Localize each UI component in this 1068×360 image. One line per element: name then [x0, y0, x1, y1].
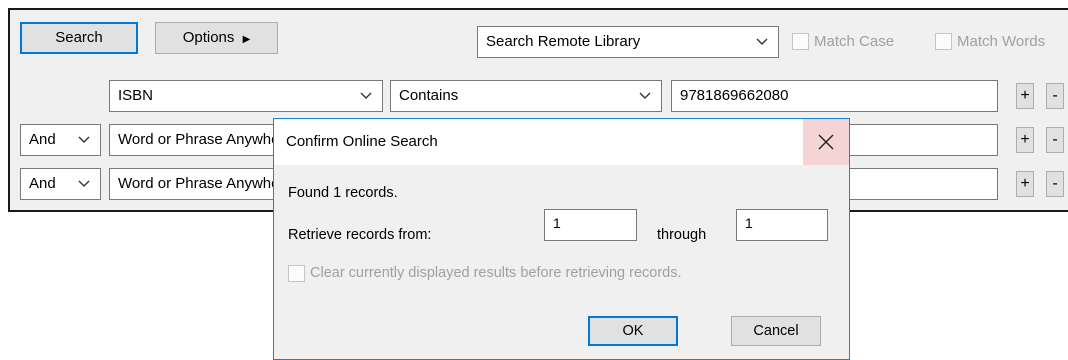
- confirm-online-search-dialog: Confirm Online Search Found 1 records. R…: [273, 118, 850, 360]
- dialog-title: Confirm Online Search: [286, 133, 438, 150]
- add-row-button[interactable]: +: [1016, 171, 1034, 197]
- field-select-row1-value: ISBN: [118, 87, 154, 104]
- operator-select-row1-value: Contains: [399, 87, 459, 104]
- remove-row-button[interactable]: -: [1046, 171, 1064, 197]
- connector-select-row3-value: And: [29, 175, 56, 192]
- caret-right-icon: ▶: [242, 34, 251, 45]
- ok-button[interactable]: OK: [588, 316, 678, 346]
- field-select-row2-value: Word or Phrase Anywhere: [118, 131, 293, 148]
- operator-select-row1[interactable]: Contains: [390, 80, 662, 112]
- close-icon: [818, 134, 834, 150]
- connector-select-row2-value: And: [29, 131, 56, 148]
- options-button[interactable]: Options ▶: [155, 22, 278, 54]
- dialog-title-bar: Confirm Online Search: [274, 119, 849, 165]
- clear-results-box: [288, 264, 305, 282]
- retrieve-from-label: Retrieve records from:: [288, 227, 432, 243]
- chevron-down-icon: [639, 81, 651, 111]
- match-words-label: Match Words: [957, 32, 1046, 50]
- clear-results-checkbox[interactable]: Clear currently displayed results before…: [288, 262, 682, 284]
- source-select-value: Search Remote Library: [486, 33, 641, 50]
- clear-results-label: Clear currently displayed results before…: [310, 265, 682, 281]
- chevron-down-icon: [360, 81, 372, 111]
- field-select-row1[interactable]: ISBN: [109, 80, 383, 112]
- match-case-label: Match Case: [814, 32, 895, 50]
- cancel-button[interactable]: Cancel: [731, 316, 821, 346]
- through-label: through: [657, 227, 707, 243]
- options-label: Options: [182, 29, 235, 46]
- value-input-row1[interactable]: 9781869662080: [671, 80, 998, 112]
- match-case-checkbox[interactable]: Match Case: [792, 30, 894, 52]
- remove-row-button[interactable]: -: [1046, 127, 1064, 153]
- found-records-text: Found 1 records.: [288, 185, 398, 201]
- chevron-down-icon: [78, 169, 90, 199]
- field-select-row3-value: Word or Phrase Anywhere: [118, 175, 293, 192]
- close-button[interactable]: [803, 119, 849, 165]
- connector-select-row2[interactable]: And: [20, 124, 101, 156]
- add-row-button[interactable]: +: [1016, 83, 1034, 109]
- search-button[interactable]: Search: [20, 22, 138, 54]
- chevron-down-icon: [78, 125, 90, 155]
- match-case-box: [792, 32, 809, 50]
- connector-select-row3[interactable]: And: [20, 168, 101, 200]
- add-row-button[interactable]: +: [1016, 127, 1034, 153]
- match-words-checkbox[interactable]: Match Words: [935, 30, 1045, 52]
- to-record-input[interactable]: 1: [736, 209, 828, 241]
- remove-row-button[interactable]: -: [1046, 83, 1064, 109]
- chevron-down-icon: [756, 27, 768, 57]
- match-words-box: [935, 32, 952, 50]
- source-select[interactable]: Search Remote Library: [477, 26, 779, 58]
- from-record-input[interactable]: 1: [544, 209, 637, 241]
